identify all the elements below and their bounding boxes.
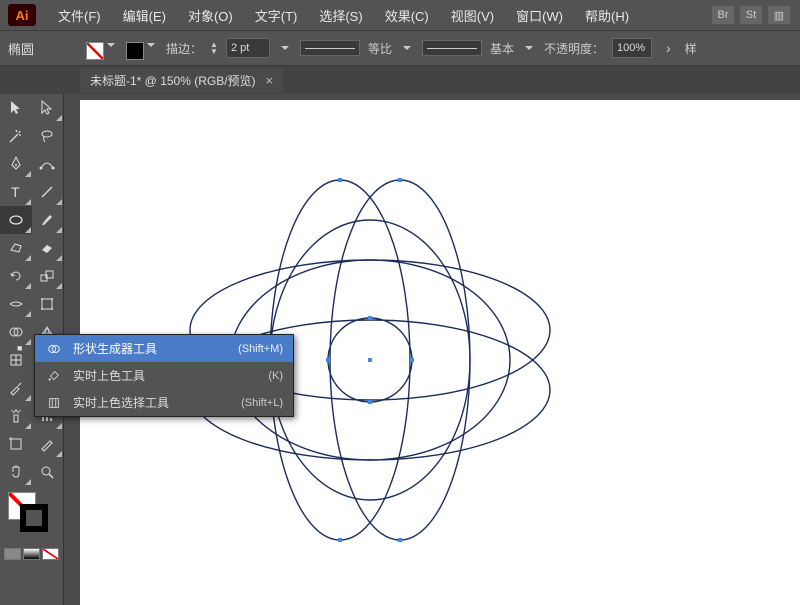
flyout-item-live-paint[interactable]: 实时上色工具 (K) xyxy=(35,362,293,389)
flyout-item-label: 实时上色选择工具 xyxy=(73,394,231,411)
menu-file[interactable]: 文件(F) xyxy=(48,2,111,29)
arrange-icon[interactable]: ▥ xyxy=(768,6,790,24)
menu-help[interactable]: 帮助(H) xyxy=(575,2,639,29)
flyout-item-live-paint-select[interactable]: 实时上色选择工具 (Shift+L) xyxy=(35,389,293,416)
artboard-tool[interactable] xyxy=(0,430,32,458)
shape-builder-tool[interactable] xyxy=(0,318,32,346)
type-tool[interactable]: T xyxy=(0,178,32,206)
line-segment-tool[interactable] xyxy=(32,178,64,206)
flyout-item-shortcut: (Shift+M) xyxy=(238,343,283,355)
live-paint-selection-icon xyxy=(45,396,63,410)
menu-select[interactable]: 选择(S) xyxy=(309,2,372,29)
brush-profile[interactable] xyxy=(422,40,482,56)
stroke-weight-input[interactable] xyxy=(226,38,270,58)
width-profile[interactable] xyxy=(300,40,360,56)
document-tab-title: 未标题-1* @ 150% (RGB/预览) xyxy=(90,72,256,89)
eraser-tool[interactable] xyxy=(32,234,64,262)
rotate-tool[interactable] xyxy=(0,262,32,290)
flyout-item-shortcut: (Shift+L) xyxy=(241,397,283,409)
menu-effect[interactable]: 效果(C) xyxy=(375,2,439,29)
free-transform-tool[interactable] xyxy=(32,290,64,318)
bridge-icon[interactable]: Br xyxy=(712,6,734,24)
scale-tool[interactable] xyxy=(32,262,64,290)
zoom-tool[interactable] xyxy=(32,458,64,486)
mesh-tool[interactable] xyxy=(0,346,32,374)
stroke-label: 描边： xyxy=(166,40,202,57)
opacity-label: 不透明度： xyxy=(544,40,604,57)
stroke-dropdown-icon[interactable] xyxy=(278,39,292,57)
menubar-right: Br St ▥ xyxy=(712,6,800,24)
fill-swatch[interactable] xyxy=(86,36,118,60)
color-mode-gradient[interactable] xyxy=(23,548,40,560)
stock-icon[interactable]: St xyxy=(740,6,762,24)
shape-name-label: 椭圆 xyxy=(8,39,40,58)
opacity-input[interactable] xyxy=(612,38,652,58)
profile1-label: 等比 xyxy=(368,40,392,57)
direct-selection-tool[interactable] xyxy=(32,94,64,122)
menu-object[interactable]: 对象(O) xyxy=(178,2,243,29)
color-mode-none[interactable] xyxy=(42,548,59,560)
tool-flyout-menu: ■ 形状生成器工具 (Shift+M) 实时上色工具 (K) 实时上色选择工具 … xyxy=(34,334,294,417)
document-tab-bar: 未标题-1* @ 150% (RGB/预览) × xyxy=(0,66,800,94)
shaper-tool[interactable] xyxy=(0,234,32,262)
hand-tool[interactable] xyxy=(0,458,32,486)
eyedropper-tool[interactable] xyxy=(0,374,32,402)
shape-builder-icon xyxy=(45,342,63,356)
close-icon[interactable]: × xyxy=(266,73,274,88)
stroke-stepper[interactable]: ▲▼ xyxy=(210,41,218,55)
options-truncated: 样 xyxy=(685,40,697,57)
flyout-item-label: 形状生成器工具 xyxy=(73,340,228,357)
color-picker[interactable] xyxy=(0,486,63,546)
flyout-indicator-icon: ■ xyxy=(17,343,22,353)
menu-view[interactable]: 视图(V) xyxy=(441,2,504,29)
paintbrush-tool[interactable] xyxy=(32,206,64,234)
selection-tool[interactable] xyxy=(0,94,32,122)
lasso-tool[interactable] xyxy=(32,122,64,150)
app-logo-icon: Ai xyxy=(8,4,36,26)
curvature-tool[interactable] xyxy=(32,150,64,178)
magic-wand-tool[interactable] xyxy=(0,122,32,150)
symbol-sprayer-tool[interactable] xyxy=(0,402,32,430)
flyout-item-shortcut: (K) xyxy=(268,370,283,382)
document-tab[interactable]: 未标题-1* @ 150% (RGB/预览) × xyxy=(80,68,283,93)
flyout-item-shape-builder[interactable]: 形状生成器工具 (Shift+M) xyxy=(35,335,293,362)
profile2-dropdown-icon[interactable] xyxy=(522,39,536,57)
slice-tool[interactable] xyxy=(32,430,64,458)
flyout-item-label: 实时上色工具 xyxy=(73,367,258,384)
stroke-color-icon[interactable] xyxy=(20,504,48,532)
pen-tool[interactable] xyxy=(0,150,32,178)
menu-window[interactable]: 窗口(W) xyxy=(506,2,573,29)
svg-text:T: T xyxy=(11,184,20,200)
options-more-icon[interactable]: › xyxy=(660,40,677,56)
color-mode-solid[interactable] xyxy=(4,548,21,560)
color-mode-row xyxy=(0,546,63,562)
menubar: Ai 文件(F) 编辑(E) 对象(O) 文字(T) 选择(S) 效果(C) 视… xyxy=(0,0,800,30)
profile2-label: 基本 xyxy=(490,40,514,57)
profile1-dropdown-icon[interactable] xyxy=(400,39,414,57)
live-paint-bucket-icon xyxy=(45,369,63,383)
stroke-swatch[interactable] xyxy=(126,36,158,60)
ellipse-tool[interactable] xyxy=(0,206,32,234)
width-tool[interactable] xyxy=(0,290,32,318)
options-bar: 椭圆 描边： ▲▼ 等比 基本 不透明度： › 样 xyxy=(0,30,800,66)
menu-type[interactable]: 文字(T) xyxy=(245,2,308,29)
menu-edit[interactable]: 编辑(E) xyxy=(113,2,176,29)
